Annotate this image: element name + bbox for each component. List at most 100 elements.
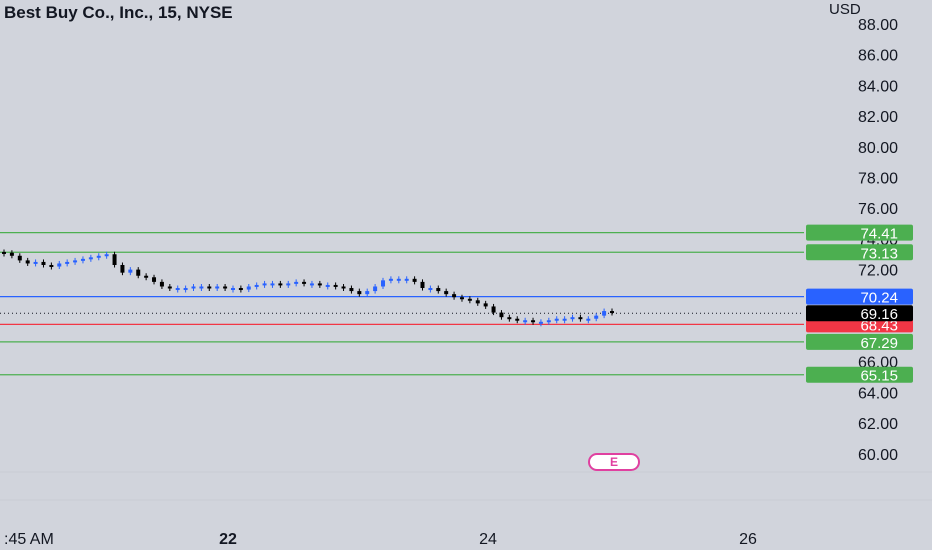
candle: [381, 280, 386, 287]
candle: [578, 317, 583, 320]
candle: [349, 288, 354, 292]
candle: [57, 263, 62, 267]
y-axis-tick-label: 80.00: [858, 140, 898, 157]
candle: [270, 283, 275, 286]
candle: [396, 278, 401, 281]
candle: [491, 306, 496, 313]
candle: [41, 261, 46, 265]
candle: [357, 291, 362, 295]
y-axis-tick-label: 60.00: [858, 447, 898, 464]
x-axis-tick-label: 26: [739, 531, 757, 548]
candle: [459, 297, 464, 300]
candle: [499, 312, 504, 318]
candle: [554, 318, 559, 321]
candle: [9, 252, 14, 256]
candle: [483, 303, 488, 307]
candle: [262, 283, 267, 286]
candle: [325, 284, 330, 287]
candle: [2, 251, 6, 254]
candle: [207, 286, 212, 289]
candle: [199, 286, 204, 289]
candle: [546, 320, 551, 323]
candle: [570, 317, 575, 320]
candle: [452, 294, 457, 298]
earnings-event-badge[interactable]: E: [588, 453, 640, 471]
last-price-label: 69.16: [860, 306, 898, 323]
candle: [309, 283, 314, 286]
candle: [183, 288, 188, 291]
candle: [420, 281, 425, 289]
candle: [128, 269, 133, 273]
candle: [88, 257, 93, 260]
x-axis-tick-label: :45 AM: [4, 531, 54, 548]
candle: [17, 255, 22, 261]
candle: [373, 286, 378, 292]
price-level-label: 73.13: [860, 245, 898, 262]
candle: [388, 278, 393, 281]
candle: [467, 298, 472, 301]
y-axis-tick-label: 78.00: [858, 171, 898, 188]
candle: [538, 321, 543, 324]
candle: [507, 317, 512, 320]
candle: [404, 278, 409, 281]
x-axis-tick-label: 24: [479, 531, 497, 548]
candle: [152, 277, 157, 282]
candle: [278, 283, 283, 286]
candle: [610, 311, 614, 314]
candle: [562, 318, 567, 321]
y-axis-tick-label: 84.00: [858, 78, 898, 95]
y-axis-tick-label: 62.00: [858, 416, 898, 433]
candle: [191, 286, 196, 289]
candle: [428, 288, 433, 291]
candle: [436, 288, 441, 292]
y-axis-tick-label: 88.00: [858, 17, 898, 34]
price-level-label: 65.15: [860, 368, 898, 385]
candle: [136, 269, 141, 276]
candle: [167, 286, 172, 289]
y-axis-tick-label: 86.00: [858, 48, 898, 65]
candle: [594, 315, 599, 319]
candle: [302, 281, 307, 284]
currency-label: USD: [829, 1, 861, 18]
candle: [25, 260, 30, 264]
candle: [80, 258, 85, 261]
candle: [49, 264, 54, 267]
candle: [444, 291, 449, 295]
y-axis-tick-label: 82.00: [858, 109, 898, 126]
candle: [96, 255, 101, 258]
candle: [602, 311, 607, 316]
candle: [254, 284, 259, 287]
candle: [104, 254, 109, 257]
y-axis-tick-label: 64.00: [858, 385, 898, 402]
candle: [341, 286, 346, 289]
candle: [120, 264, 125, 273]
price-level-label: 67.29: [860, 335, 898, 352]
y-axis-tick-label: 72.00: [858, 263, 898, 280]
candle: [294, 281, 299, 284]
candle: [515, 318, 520, 321]
candle: [246, 286, 251, 290]
candle: [286, 283, 291, 286]
price-level-label: 70.24: [860, 290, 898, 307]
candle: [475, 300, 480, 304]
price-chart[interactable]: 88.0086.0084.0082.0080.0078.0076.0074.00…: [0, 0, 932, 550]
chart-title: Best Buy Co., Inc., 15, NYSE: [4, 3, 233, 22]
y-axis-tick-label: 76.00: [858, 201, 898, 218]
candle: [333, 284, 338, 287]
candle: [223, 286, 228, 289]
candle: [33, 261, 38, 264]
candle: [215, 286, 220, 289]
candle: [238, 288, 243, 291]
candle: [523, 320, 528, 323]
price-level-label: 74.41: [860, 226, 898, 243]
candle: [586, 318, 591, 321]
candle: [73, 260, 78, 263]
candle: [144, 275, 149, 278]
candle: [412, 278, 417, 282]
candle: [65, 261, 70, 264]
candle: [159, 281, 164, 287]
candle: [531, 320, 536, 323]
candle: [230, 288, 235, 291]
candle: [365, 291, 370, 295]
chart-panel[interactable]: 88.0086.0084.0082.0080.0078.0076.0074.00…: [0, 0, 932, 550]
